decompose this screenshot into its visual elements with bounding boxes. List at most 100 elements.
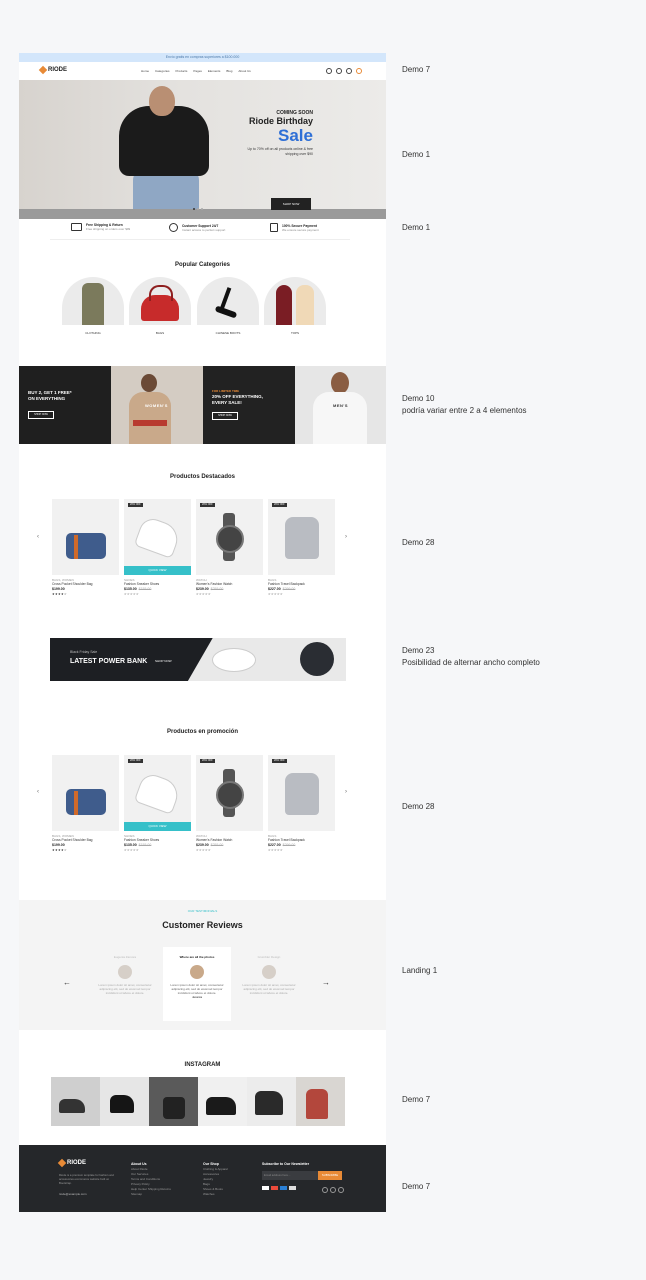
banner-men[interactable]: MEN'S xyxy=(295,366,386,444)
promo-shop-button[interactable]: SHOP NOW xyxy=(155,659,172,663)
annotation: Demo 7 xyxy=(402,1182,431,1191)
banner-shop-button[interactable]: SHOP NOW xyxy=(28,411,54,419)
annotation: Demo 10 xyxy=(402,394,435,403)
banner-shop-button[interactable]: SHOP NOW xyxy=(212,412,238,420)
banner-women[interactable]: WOMEN'S xyxy=(111,366,203,444)
nav-item-blog[interactable]: Blog xyxy=(226,69,232,73)
announcement-text: Envío gratis en compras superiores a $10… xyxy=(165,55,240,59)
product-card[interactable]: 20% OFF BAGS Fashion Travel Backpack $22… xyxy=(268,755,335,853)
footer-about: Riode is a premium template for fashion … xyxy=(59,1173,114,1185)
subscribe-button[interactable]: SUBSCRIBE xyxy=(318,1171,342,1180)
feature-sub: We ensure secure payment xyxy=(282,227,319,232)
product-image[interactable]: 20% OFF xyxy=(268,499,335,575)
product-card[interactable]: 20% OFF BAGS Fashion Travel Backpack $22… xyxy=(268,499,335,597)
instagram-photo[interactable] xyxy=(296,1077,345,1126)
nav-item-pages[interactable]: Pages xyxy=(193,69,202,73)
instagram-photo[interactable] xyxy=(149,1077,198,1126)
sale-badge: 20% OFF xyxy=(128,503,143,507)
cart-icon[interactable] xyxy=(356,68,362,74)
rating-stars: ☆☆☆☆☆ xyxy=(196,848,211,852)
product-card[interactable]: BAGS, WOMEN Cross Pocket Shoulder Bag $1… xyxy=(52,499,119,597)
twitter-icon[interactable] xyxy=(330,1187,336,1193)
chevron-left-icon[interactable]: ‹ xyxy=(37,789,39,795)
product-card[interactable]: 20% OFF QUICK VIEW SHOES Fashion Sneaker… xyxy=(124,499,191,597)
powerbank-banner[interactable]: Black Friday Sale LATEST POWER BANK SHOP… xyxy=(50,638,346,681)
instagram-photo[interactable] xyxy=(198,1077,247,1126)
arrow-right-icon[interactable]: → xyxy=(322,978,330,987)
arrow-left-icon[interactable]: ← xyxy=(63,978,71,987)
banner-buy2[interactable]: BUY 2, GET 1 FREE* ON EVERYTHING SHOP NOW xyxy=(19,366,111,444)
banner-line: ON EVERYTHING xyxy=(28,396,66,401)
logo[interactable]: RIODE xyxy=(38,65,68,75)
footer-link[interactable]: Sitemap xyxy=(131,1192,171,1197)
rating-stars: ☆☆☆☆☆ xyxy=(124,592,139,596)
footer-contact[interactable]: riode@example.com xyxy=(59,1192,87,1196)
instagram-photo[interactable] xyxy=(100,1077,149,1126)
slider-dots[interactable] xyxy=(193,208,203,210)
feature-support: Customer Support 24/7 Instant access to p… xyxy=(169,223,225,232)
logo-text: RIODE xyxy=(67,1160,87,1166)
search-icon[interactable] xyxy=(326,68,332,74)
instagram-icon[interactable] xyxy=(338,1187,344,1193)
chevron-left-icon[interactable]: ‹ xyxy=(37,534,39,540)
chevron-right-icon[interactable]: › xyxy=(345,534,347,540)
logo-icon xyxy=(57,1158,67,1168)
nav-item-about[interactable]: About Us xyxy=(238,69,250,73)
category-card[interactable]: CLOTHING xyxy=(62,277,124,335)
banner-20off[interactable]: FOR LIMITED TIME 20% OFF EVERYTHING, EVERY… xyxy=(203,366,295,444)
annotation: Demo 1 xyxy=(402,223,431,232)
product-image[interactable]: 20% OFF xyxy=(268,755,335,831)
product-card[interactable]: BAGS, WOMEN Cross Pocket Shoulder Bag $1… xyxy=(52,755,119,853)
feature-payment: 100% Secure Payment We ensure secure paym… xyxy=(270,223,319,232)
review-card-active: Where are all the photos Lorem ipsum dol… xyxy=(163,947,231,1021)
product-image[interactable]: 20% OFF QUICK VIEW xyxy=(124,755,191,831)
newsletter-email-input[interactable]: Email address here... xyxy=(262,1171,318,1180)
nav-item-products[interactable]: Products xyxy=(176,69,188,73)
instagram-photo[interactable] xyxy=(51,1077,100,1126)
visa-icon xyxy=(262,1186,269,1190)
wishlist-icon[interactable] xyxy=(346,68,352,74)
category-card[interactable]: CHINESE BOOTS xyxy=(197,277,259,335)
reviews-section: OUR TESTIMONIALS Customer Reviews ← → Eu… xyxy=(19,900,386,1030)
product-card[interactable]: 20% OFF WATCH Women's Fashion Watch $239… xyxy=(196,755,263,853)
footer-col-shop: Our Shop Clothing & Apparel Accessories … xyxy=(203,1162,228,1197)
category-card[interactable]: TOPS xyxy=(264,277,326,335)
logo-text: RIODE xyxy=(48,67,68,73)
nav-item-home[interactable]: Home xyxy=(141,69,149,73)
mastercard-icon xyxy=(271,1186,278,1190)
footer-link[interactable]: Watches xyxy=(203,1192,228,1197)
user-icon[interactable] xyxy=(336,68,342,74)
product-card[interactable]: 20% OFF QUICK VIEW SHOES Fashion Sneaker… xyxy=(124,755,191,853)
review-text: Lorem ipsum dolor sit amet, consectetur … xyxy=(170,983,224,995)
instagram-gallery xyxy=(51,1077,345,1126)
annotation: Demo 1 xyxy=(402,150,431,159)
quick-view-button[interactable]: QUICK VIEW xyxy=(124,566,191,575)
promo-kicker: Black Friday Sale xyxy=(70,650,98,654)
product-card[interactable]: 20% OFF WATCH Women's Fashion Watch $239… xyxy=(196,499,263,597)
rating-stars: ☆☆☆☆☆ xyxy=(268,848,283,852)
hero-shop-button[interactable]: SHOP NOW xyxy=(271,198,311,210)
facebook-icon[interactable] xyxy=(322,1187,328,1193)
footer-newsletter: Subscribe to Our Newsletter Email addres… xyxy=(262,1162,344,1193)
category-card[interactable]: BAGS xyxy=(129,277,191,335)
product-image[interactable]: 20% OFF xyxy=(196,755,263,831)
hero-subtitle: Up to 70% off on all products online & f… xyxy=(247,147,313,156)
quick-view-button[interactable]: QUICK VIEW xyxy=(124,822,191,831)
amex-icon xyxy=(280,1186,287,1190)
instagram-photo[interactable] xyxy=(247,1077,296,1126)
footer-logo[interactable]: RIODE xyxy=(57,1158,87,1168)
chevron-right-icon[interactable]: › xyxy=(345,789,347,795)
hero-banner: COMING SOON Riode Birthday Sale Up to 70… xyxy=(19,80,386,219)
reviews-title: Customer Reviews xyxy=(162,920,243,930)
product-image[interactable]: 20% OFF QUICK VIEW xyxy=(124,499,191,575)
page-mockup: Envío gratis en compras superiores a $10… xyxy=(19,53,386,1212)
review-text: Lorem ipsum dolor sit amet, consectetur … xyxy=(98,983,152,995)
nav-item-elements[interactable]: Elements xyxy=(208,69,221,73)
review-card: Grumbler Design Lorem ipsum dolor sit am… xyxy=(235,947,303,1021)
sale-badge: 20% OFF xyxy=(128,759,143,763)
nav-item-categories[interactable]: Categories xyxy=(155,69,170,73)
annotation: Landing 1 xyxy=(402,966,438,975)
product-image[interactable] xyxy=(52,499,119,575)
product-image[interactable] xyxy=(52,755,119,831)
product-image[interactable]: 20% OFF xyxy=(196,499,263,575)
